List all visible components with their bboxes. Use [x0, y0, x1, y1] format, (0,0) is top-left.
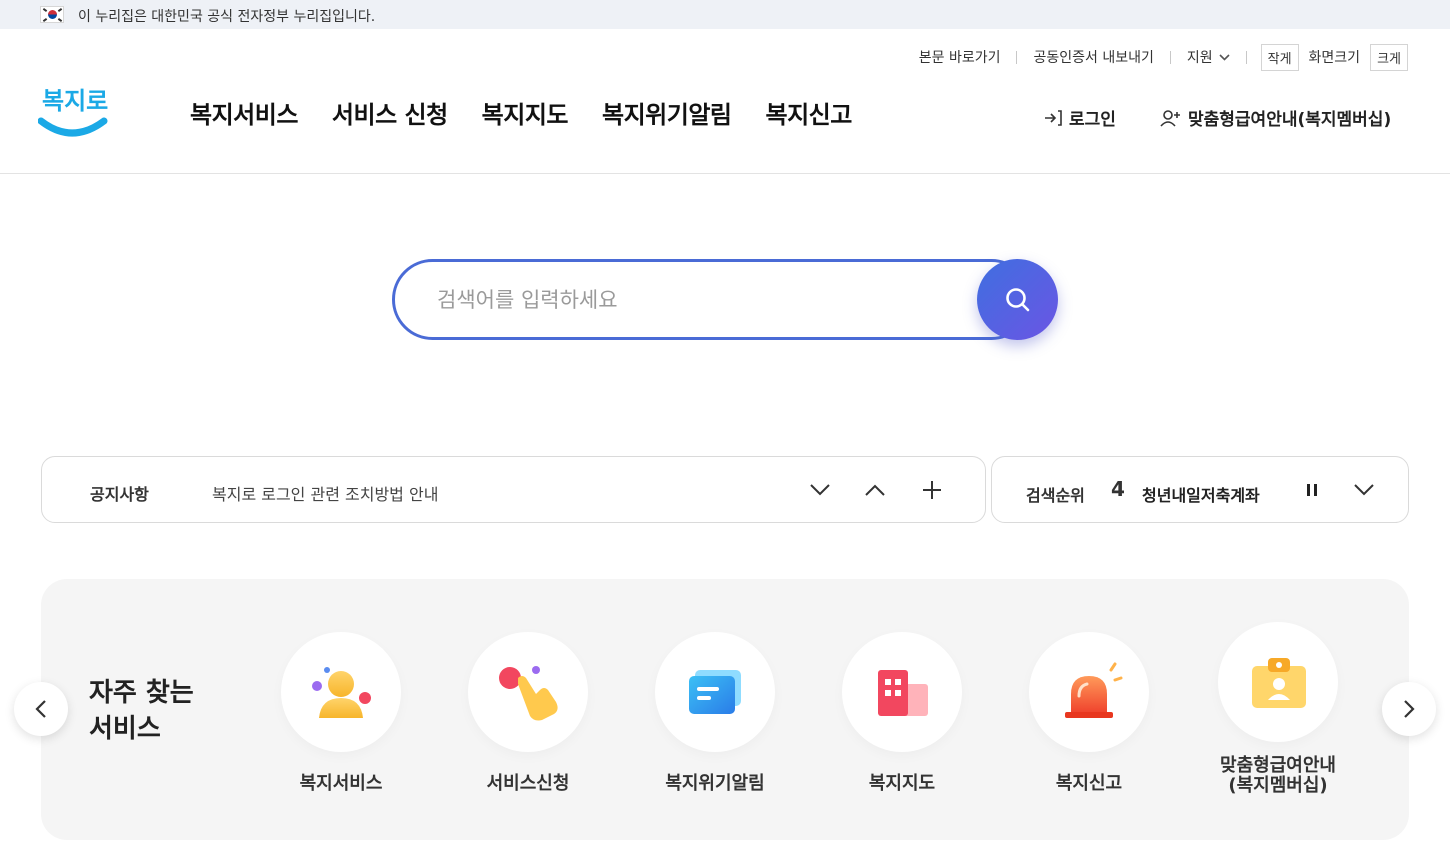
screen-size-label: 화면크기 [1308, 50, 1361, 66]
chevron-up-icon [865, 484, 885, 496]
id-card-icon [1252, 658, 1306, 708]
notice-label: 공지사항 [90, 485, 149, 504]
chevron-right-icon [1404, 700, 1415, 718]
chevron-down-icon [1219, 53, 1230, 61]
ranking-number: 4 [1111, 477, 1125, 501]
message-icon [689, 670, 741, 714]
services-title: 자주 찾는 서비스 [89, 678, 194, 744]
svg-text:복지로: 복지로 [42, 87, 108, 115]
service-label: 맞춤형급여안내 (복지멤버십) [1220, 755, 1336, 796]
login-button[interactable]: 로그인 [1043, 105, 1116, 130]
service-item-service-apply[interactable]: 서비스신청 [448, 632, 608, 794]
nav-welfare-report[interactable]: 복지신고 [765, 95, 852, 130]
gov-banner: 이 누리집은 대한민국 공식 전자정부 누리집입니다. [0, 0, 1450, 29]
service-label: 복지지도 [868, 773, 936, 794]
support-dropdown[interactable]: 지원 [1171, 47, 1246, 67]
service-label: 복지신고 [1055, 773, 1123, 794]
font-small-button[interactable]: 작게 [1260, 43, 1299, 71]
font-large-button[interactable]: 크게 [1370, 43, 1408, 71]
chevron-down-icon [810, 484, 830, 496]
pause-icon [1307, 484, 1317, 496]
search-icon [1005, 287, 1029, 311]
cert-export-link[interactable]: 공동인증서 내보내기 [1017, 47, 1169, 67]
search-ranking-bar: 검색순위 4 청년내일저축계좌 [991, 456, 1409, 523]
utility-menu: 본문 바로가기 공동인증서 내보내기 지원 작게 화면크기 크게 [903, 43, 1408, 71]
notice-next-button[interactable] [807, 477, 833, 503]
gov-banner-text: 이 누리집은 대한민국 공식 전자정부 누리집입니다. [78, 9, 376, 25]
hand-tap-icon [499, 666, 558, 721]
service-label: 복지위기알림 [665, 773, 765, 794]
chevron-left-icon [35, 700, 46, 718]
person-icon [312, 667, 371, 718]
service-item-welfare-report[interactable]: 복지신고 [1009, 632, 1169, 794]
login-icon [1045, 109, 1062, 126]
skip-to-content-link[interactable]: 본문 바로가기 [903, 47, 1017, 67]
service-item-welfare-service[interactable]: 복지서비스 [261, 632, 421, 794]
building-icon [878, 670, 928, 716]
ranking-pause-button[interactable] [1299, 477, 1325, 503]
notice-more-button[interactable] [919, 477, 945, 503]
service-label: 복지서비스 [299, 773, 383, 794]
nav-welfare-map[interactable]: 복지지도 [482, 95, 569, 130]
service-item-crisis-alert[interactable]: 복지위기알림 [635, 632, 795, 794]
ranking-label: 검색순위 [1026, 486, 1085, 505]
user-add-icon [1160, 109, 1180, 127]
services-next-button[interactable] [1382, 682, 1436, 736]
ranking-expand-button[interactable] [1351, 477, 1377, 503]
login-label: 로그인 [1069, 110, 1116, 130]
notice-bar: 공지사항 복지로 로그인 관련 조치방법 안내 [41, 456, 986, 523]
service-item-welfare-map[interactable]: 복지지도 [822, 632, 982, 794]
nav-service-apply[interactable]: 서비스 신청 [332, 95, 448, 130]
main-nav: 복지서비스 서비스 신청 복지지도 복지위기알림 복지신고 [190, 95, 886, 130]
support-label: 지원 [1186, 50, 1213, 66]
siren-icon [1065, 662, 1123, 718]
ranking-keyword-link[interactable]: 청년내일저축계좌 [1142, 482, 1260, 506]
service-label: 서비스신청 [486, 773, 570, 794]
site-header: 복지로 본문 바로가기 공동인증서 내보내기 지원 작게 화면크기 크게 복지서… [0, 29, 1450, 174]
bokjiro-logo[interactable]: 복지로 [38, 83, 110, 145]
plus-icon [923, 481, 941, 499]
membership-label: 맞춤형급여안내(복지멤버십) [1188, 110, 1392, 130]
service-item-membership[interactable]: 맞춤형급여안내 (복지멤버십) [1198, 622, 1358, 796]
membership-button[interactable]: 맞춤형급여안내(복지멤버십) [1160, 105, 1391, 130]
chevron-down-icon [1354, 484, 1374, 496]
search-area [392, 259, 1058, 340]
nav-crisis-alert[interactable]: 복지위기알림 [602, 95, 732, 130]
frequent-services-panel: 자주 찾는 서비스 복지서비스 서비스신청 복지위기알림 복지지도 복지신고 맞… [41, 579, 1409, 840]
search-button[interactable] [977, 259, 1058, 340]
nav-welfare-service[interactable]: 복지서비스 [190, 95, 298, 130]
korea-flag-icon [40, 6, 64, 23]
services-prev-button[interactable] [14, 682, 68, 736]
notice-text-link[interactable]: 복지로 로그인 관련 조치방법 안내 [212, 481, 438, 505]
notice-prev-button[interactable] [862, 477, 888, 503]
search-input[interactable] [392, 259, 1032, 340]
